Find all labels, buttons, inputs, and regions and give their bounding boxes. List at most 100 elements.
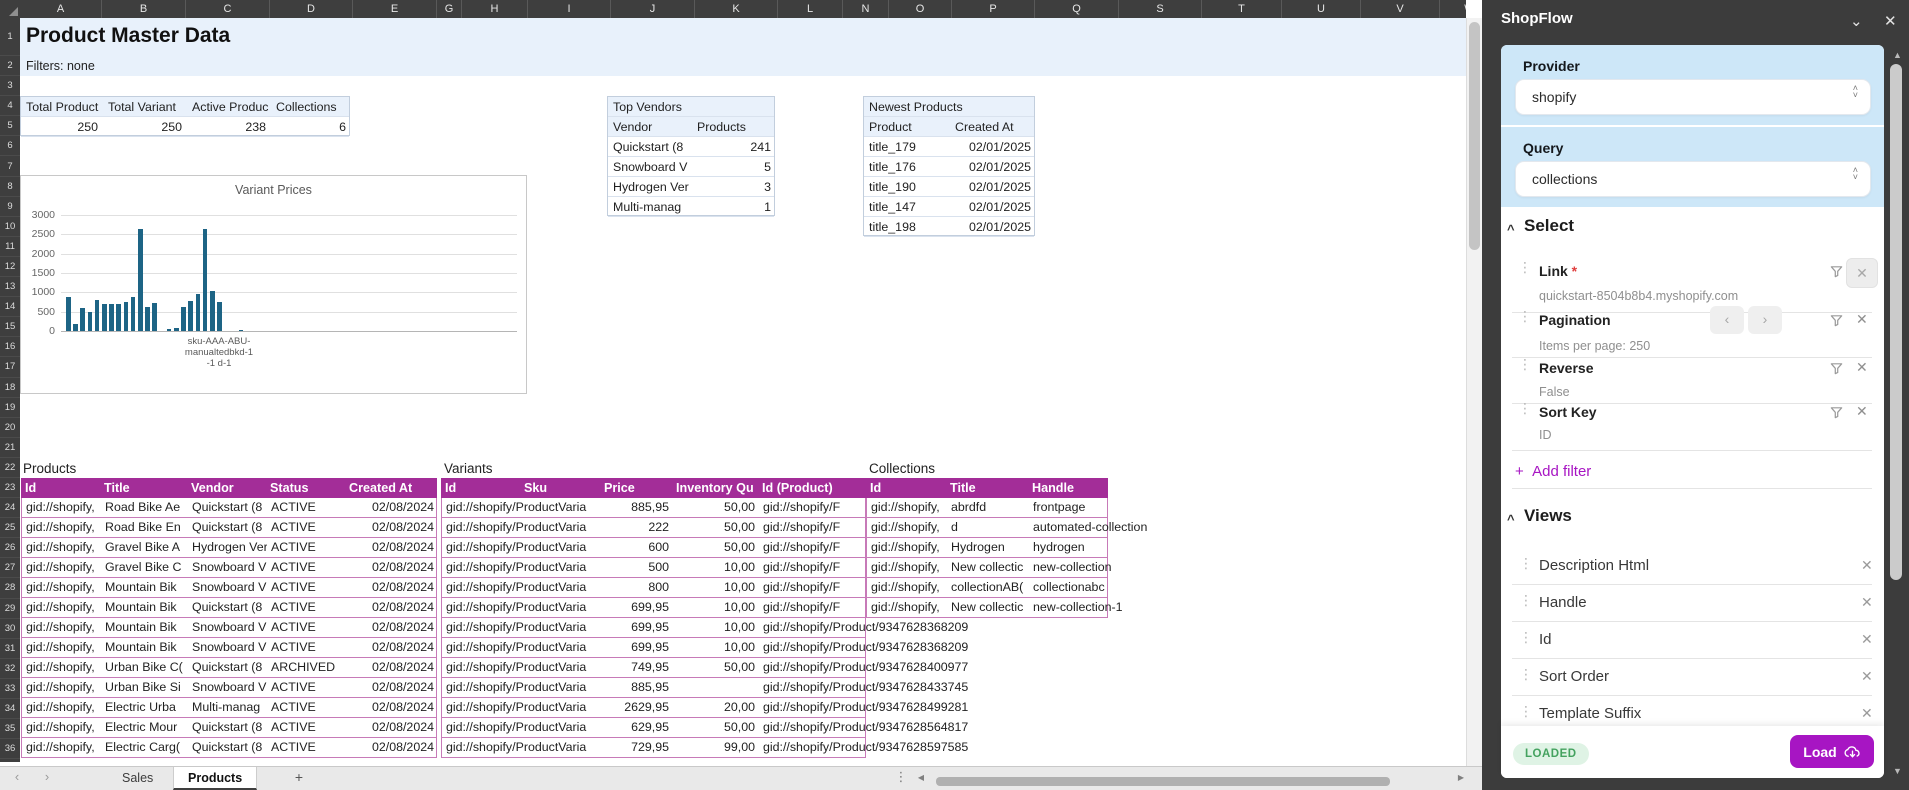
- mini-title[interactable]: Newest Products: [864, 97, 1036, 117]
- column-header-B[interactable]: B: [102, 0, 186, 18]
- column-header-O[interactable]: O: [889, 0, 952, 18]
- table-cell[interactable]: [521, 698, 601, 717]
- table-cell[interactable]: gid://shopify,: [22, 658, 101, 677]
- column-header-W[interactable]: W: [1440, 0, 1466, 18]
- row-header-15[interactable]: 15: [0, 317, 20, 338]
- column-header-I[interactable]: I: [528, 0, 611, 18]
- table-cell[interactable]: gid://shopify/F: [759, 578, 867, 597]
- mini-cell[interactable]: 02/01/2025: [950, 137, 1036, 157]
- table-cell[interactable]: Electric Carg(: [101, 738, 188, 757]
- table-cell[interactable]: 02/08/2024: [346, 598, 438, 617]
- mini-col-header[interactable]: Active Produc: [187, 97, 271, 117]
- table-cell[interactable]: gid://shopify,: [22, 618, 101, 637]
- table-cell[interactable]: Road Bike Ae: [101, 498, 188, 517]
- table-cell[interactable]: 629,95: [601, 718, 673, 737]
- mini-cell[interactable]: 241: [692, 137, 776, 157]
- table-cell[interactable]: new-collection: [1029, 558, 1112, 577]
- sidebar-scroll-thumb[interactable]: [1890, 64, 1902, 580]
- table-cell[interactable]: gid://shopify,: [22, 498, 101, 517]
- table-cell[interactable]: Mountain Bik: [101, 638, 188, 657]
- table-cell[interactable]: ACTIVE: [267, 638, 346, 657]
- page-title[interactable]: Product Master Data: [26, 24, 230, 48]
- column-header-cell[interactable]: Vendor: [187, 478, 266, 498]
- table-cell[interactable]: [521, 558, 601, 577]
- column-header-cell[interactable]: Sku: [520, 478, 600, 498]
- views-collapse-icon[interactable]: ^: [1507, 512, 1515, 527]
- row-header-1[interactable]: 1: [0, 18, 20, 56]
- table-cell[interactable]: 50,00: [673, 518, 759, 537]
- table-cell[interactable]: 02/08/2024: [346, 698, 438, 717]
- table-cell[interactable]: 02/08/2024: [346, 638, 438, 657]
- table-cell[interactable]: ACTIVE: [267, 678, 346, 697]
- filter-funnel-icon[interactable]: [1829, 361, 1844, 381]
- table-cell[interactable]: 10,00: [673, 618, 759, 637]
- table-cell[interactable]: 02/08/2024: [346, 538, 438, 557]
- sheet-tab-products[interactable]: Products: [173, 767, 258, 790]
- row-header-24[interactable]: 24: [0, 498, 20, 519]
- table-cell[interactable]: gid://shopify/ProductVaria: [442, 718, 586, 737]
- table-cell[interactable]: 800: [601, 578, 673, 597]
- sidebar-scroll-down-icon[interactable]: ▼: [1893, 766, 1902, 776]
- sheet-vertical-scrollbar[interactable]: [1466, 18, 1482, 766]
- table-cell[interactable]: gid://shopify,: [22, 518, 101, 537]
- row-header-35[interactable]: 35: [0, 719, 20, 740]
- table-cell[interactable]: Urban Bike C(: [101, 658, 188, 677]
- mini-cell[interactable]: title_179: [864, 137, 950, 157]
- table-cell[interactable]: ACTIVE: [267, 598, 346, 617]
- column-header-T[interactable]: T: [1202, 0, 1282, 18]
- table-cell[interactable]: Electric Urba: [101, 698, 188, 717]
- table-cell[interactable]: frontpage: [1029, 498, 1109, 517]
- column-header-cell[interactable]: Id: [21, 478, 100, 498]
- column-header-cell[interactable]: Price: [600, 478, 672, 498]
- table-cell[interactable]: [521, 598, 601, 617]
- table-cell[interactable]: Snowboard V: [188, 678, 267, 697]
- table-cell[interactable]: gid://shopify/Product/9347628368209: [759, 638, 968, 657]
- table-cell[interactable]: gid://shopify/Product/9347628368209: [759, 618, 968, 637]
- table-cell[interactable]: 50,00: [673, 658, 759, 677]
- table-cell[interactable]: [521, 638, 601, 657]
- row-header-13[interactable]: 13: [0, 277, 20, 298]
- view-item-handle[interactable]: Handle: [1539, 594, 1587, 611]
- row-header-36[interactable]: 36: [0, 739, 20, 760]
- mini-col-header[interactable]: Product: [864, 117, 950, 137]
- view-remove-button[interactable]: ✕: [1861, 705, 1873, 722]
- table-cell[interactable]: gid://shopify,: [22, 678, 101, 697]
- column-header-J[interactable]: J: [611, 0, 695, 18]
- table-cell[interactable]: ACTIVE: [267, 538, 346, 557]
- table-cell[interactable]: [673, 678, 759, 697]
- table-cell[interactable]: gid://shopify,: [22, 738, 101, 757]
- tabs-prev-icon[interactable]: ‹: [8, 769, 26, 784]
- row-header-33[interactable]: 33: [0, 679, 20, 699]
- table-cell[interactable]: [521, 718, 601, 737]
- table-cell[interactable]: 50,00: [673, 498, 759, 517]
- table-cell[interactable]: gid://shopify,: [867, 498, 947, 517]
- table-cell[interactable]: gid://shopify/ProductVaria: [442, 578, 586, 597]
- row-header-21[interactable]: 21: [0, 438, 20, 458]
- provider-select[interactable]: shopify ˄ ˅: [1515, 79, 1871, 115]
- mini-cell[interactable]: title_147: [864, 197, 950, 217]
- view-remove-button[interactable]: ✕: [1861, 557, 1873, 574]
- drag-handle-icon[interactable]: ⋮: [1519, 667, 1533, 681]
- query-select[interactable]: collections ˄ ˅: [1515, 161, 1871, 197]
- table-cell[interactable]: abrdfd: [947, 498, 1029, 517]
- mini-cell[interactable]: 02/01/2025: [950, 217, 1036, 237]
- row-header-3[interactable]: 3: [0, 76, 20, 97]
- column-header-cell[interactable]: Created At: [345, 478, 437, 498]
- row-header-18[interactable]: 18: [0, 378, 20, 398]
- sheet-vscroll-thumb[interactable]: [1469, 22, 1480, 250]
- table-cell[interactable]: Mountain Bik: [101, 598, 188, 617]
- table-cell[interactable]: gid://shopify,: [22, 638, 101, 657]
- view-remove-button[interactable]: ✕: [1861, 631, 1873, 648]
- drag-handle-icon[interactable]: ⋮: [1519, 593, 1533, 607]
- table-cell[interactable]: gid://shopify,: [867, 538, 947, 557]
- row-header-30[interactable]: 30: [0, 619, 20, 639]
- table-cell[interactable]: [521, 658, 601, 677]
- table-cell[interactable]: Gravel Bike C: [101, 558, 188, 577]
- mini-cell[interactable]: 6: [271, 117, 351, 137]
- mini-cell[interactable]: 250: [103, 117, 187, 137]
- pane-splitter-icon[interactable]: ⋮: [892, 769, 910, 785]
- mini-cell[interactable]: 250: [21, 117, 103, 137]
- collections-section-label[interactable]: Collections: [869, 459, 935, 479]
- row-header-12[interactable]: 12: [0, 257, 20, 278]
- table-cell[interactable]: Snowboard V: [188, 578, 267, 597]
